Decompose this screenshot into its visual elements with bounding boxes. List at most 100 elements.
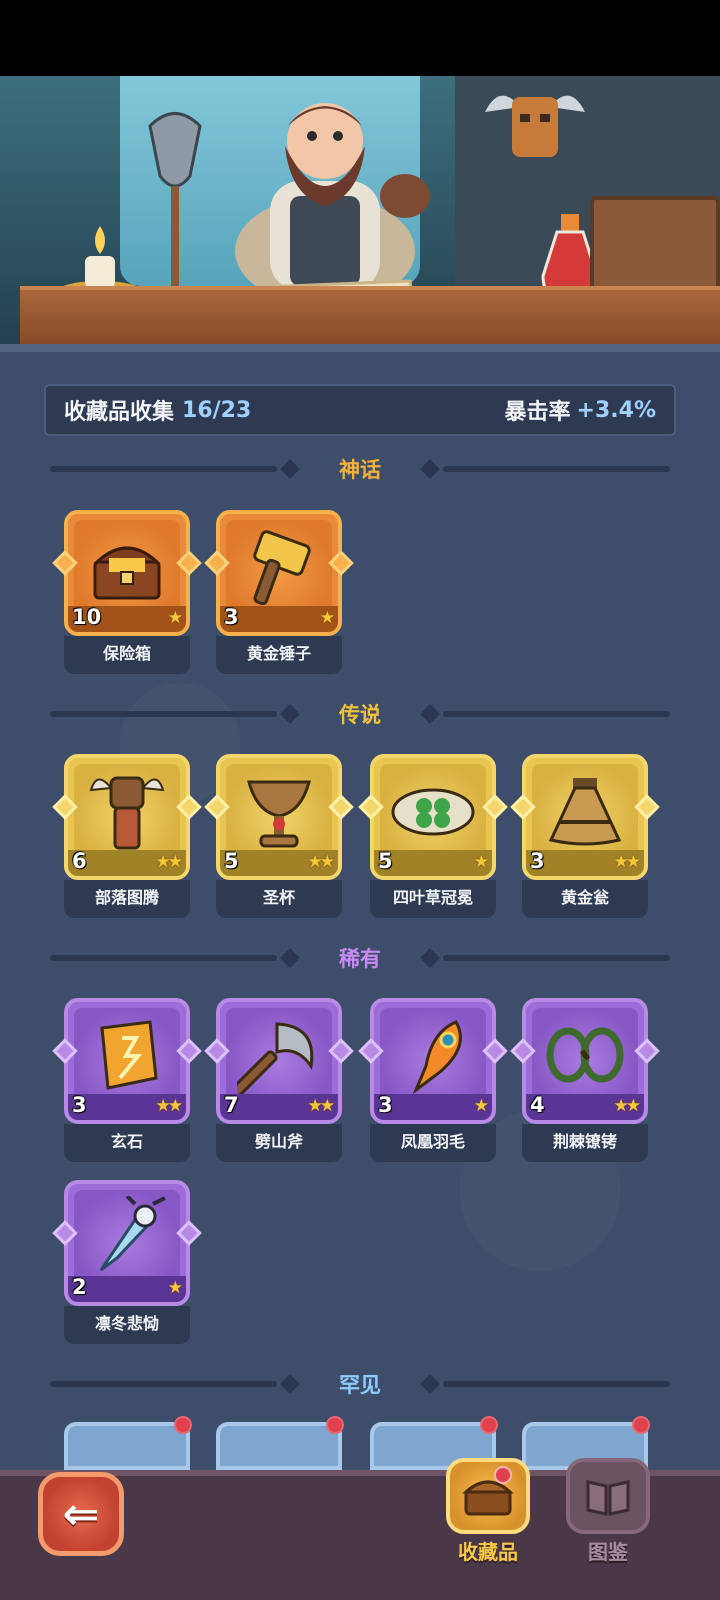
card-frame: 6 ★★: [64, 754, 190, 880]
golden-urn-icon: [548, 778, 622, 846]
tab-collection[interactable]: 收藏品: [442, 1458, 534, 1570]
item-count: 5: [378, 849, 393, 873]
collectible-card-legendary-4[interactable]: 3 ★★ 黄金瓮: [510, 754, 660, 919]
divider-star-icon: [420, 704, 440, 724]
collectible-card-uncommon-1[interactable]: [64, 1422, 190, 1470]
divider-line: [443, 711, 670, 717]
star-rating-icon: ★★: [155, 852, 184, 872]
banner-table: [20, 286, 720, 352]
shop-banner-illustration: [0, 76, 720, 352]
status-bar: [0, 0, 720, 76]
item-name: 圣杯: [216, 880, 342, 918]
collectible-card-mythic-2[interactable]: 3 ★ 黄金锤子: [204, 510, 354, 675]
item-name: 黄金锤子: [216, 636, 342, 674]
axe-icon: [237, 1022, 314, 1097]
divider-line: [443, 466, 670, 472]
codex-book-icon: [586, 1480, 630, 1516]
divider-line: [50, 1381, 277, 1387]
divider-star-icon: [280, 948, 300, 968]
item-name: 凤凰羽毛: [370, 1124, 496, 1162]
golden-hammer-icon: [253, 530, 311, 606]
item-count: 6: [72, 849, 87, 873]
crit-rate-value: +3.4%: [576, 397, 656, 423]
star-rating-icon: ★★: [155, 1096, 184, 1116]
divider-line: [443, 955, 670, 961]
star-rating-icon: ★★: [307, 1096, 336, 1116]
collectible-card-mythic-1[interactable]: 10 ★ 保险箱: [52, 510, 202, 675]
card-frame: 10 ★: [64, 510, 190, 636]
mystic-stone-icon: [100, 1020, 158, 1091]
item-name: 保险箱: [64, 636, 190, 674]
star-rating-icon: ★★: [307, 852, 336, 872]
treasure-chest-icon: [93, 546, 161, 600]
dwarf-merchant-icon: [235, 103, 430, 296]
section-divider-uncommon: 罕见: [50, 1372, 670, 1397]
divider-line: [50, 955, 277, 961]
item-name: 黄金瓮: [522, 880, 648, 918]
phoenix-feather-icon: [412, 1020, 462, 1095]
section-title-mythic: 神话: [339, 458, 381, 482]
card-frame: 3 ★★: [522, 754, 648, 880]
item-count: 3: [378, 1093, 393, 1117]
item-count: 7: [224, 1093, 239, 1117]
collection-label: 收藏品收集: [64, 400, 175, 425]
item-count: 3: [530, 849, 545, 873]
card-frame: 2 ★: [64, 1180, 190, 1306]
section-divider-rare: 稀有: [50, 946, 670, 971]
book-icon: [566, 1458, 650, 1534]
divider-star-icon: [420, 459, 440, 479]
collectible-card-rare-5[interactable]: 2 ★ 凛冬悲恸: [52, 1180, 202, 1345]
collectible-card-rare-1[interactable]: 3 ★★ 玄石: [52, 998, 202, 1163]
collectible-card-legendary-2[interactable]: 5 ★★ 圣杯: [204, 754, 354, 919]
banner-edge: [0, 344, 720, 352]
back-arrow-icon: ⇐: [62, 1488, 100, 1540]
card-frame: 5 ★★: [216, 754, 342, 880]
frost-dagger-icon: [99, 1196, 166, 1272]
collectible-card-rare-3[interactable]: 3 ★ 凤凰羽毛: [358, 998, 508, 1163]
collection-panel: 收藏品收集 16/23 暴击率 +3.4% 神话 10 ★ 保险箱 3 ★ 黄金…: [0, 352, 720, 1470]
tab-codex-label: 图鉴: [588, 1540, 628, 1564]
notification-dot: [494, 1466, 512, 1484]
item-count: 10: [72, 605, 102, 629]
section-divider-mythic: 神话: [50, 457, 670, 482]
collection-bonus: 暴击率 +3.4%: [505, 394, 656, 426]
divider-line: [443, 1381, 670, 1387]
star-rating-icon: ★: [167, 608, 183, 628]
collectible-card-rare-2[interactable]: 7 ★★ 劈山斧: [204, 998, 354, 1163]
card-frame: 3 ★★: [64, 998, 190, 1124]
divider-star-icon: [280, 1374, 300, 1394]
card-frame: 5 ★: [370, 754, 496, 880]
item-name: 部落图腾: [64, 880, 190, 918]
item-count: 4: [530, 1093, 545, 1117]
card-frame: 7 ★★: [216, 998, 342, 1124]
back-button[interactable]: ⇐: [38, 1472, 124, 1556]
collectible-card-legendary-1[interactable]: 6 ★★ 部落图腾: [52, 754, 202, 919]
card-frame: 3 ★: [370, 998, 496, 1124]
tab-collection-label: 收藏品: [458, 1540, 518, 1564]
item-name: 四叶草冠冕: [370, 880, 496, 918]
item-name: 荆棘镣铐: [522, 1124, 648, 1162]
tab-codex[interactable]: 图鉴: [562, 1458, 654, 1570]
collectible-card-legendary-3[interactable]: 5 ★ 四叶草冠冕: [358, 754, 508, 919]
thorn-shackles-icon: [546, 1027, 624, 1083]
divider-star-icon: [280, 704, 300, 724]
clover-crown-icon: [391, 788, 475, 836]
collection-summary: 收藏品收集 16/23 暴击率 +3.4%: [44, 384, 676, 436]
divider-star-icon: [420, 948, 440, 968]
section-title-rare: 稀有: [339, 947, 381, 971]
divider-line: [50, 466, 277, 472]
collection-count: 16/23: [182, 397, 252, 423]
card-frame: 4 ★★: [522, 998, 648, 1124]
grail-icon: [247, 780, 311, 848]
horned-mask-icon: [485, 95, 585, 157]
item-count: 3: [224, 605, 239, 629]
item-name: 玄石: [64, 1124, 190, 1162]
divider-star-icon: [280, 459, 300, 479]
star-rating-icon: ★★: [613, 852, 642, 872]
collectible-card-uncommon-2[interactable]: [216, 1422, 342, 1470]
star-rating-icon: ★: [319, 608, 335, 628]
card-frame: 3 ★: [216, 510, 342, 636]
item-count: 3: [72, 1093, 87, 1117]
section-title-legendary: 传说: [339, 703, 381, 727]
collectible-card-rare-4[interactable]: 4 ★★ 荆棘镣铐: [510, 998, 660, 1163]
